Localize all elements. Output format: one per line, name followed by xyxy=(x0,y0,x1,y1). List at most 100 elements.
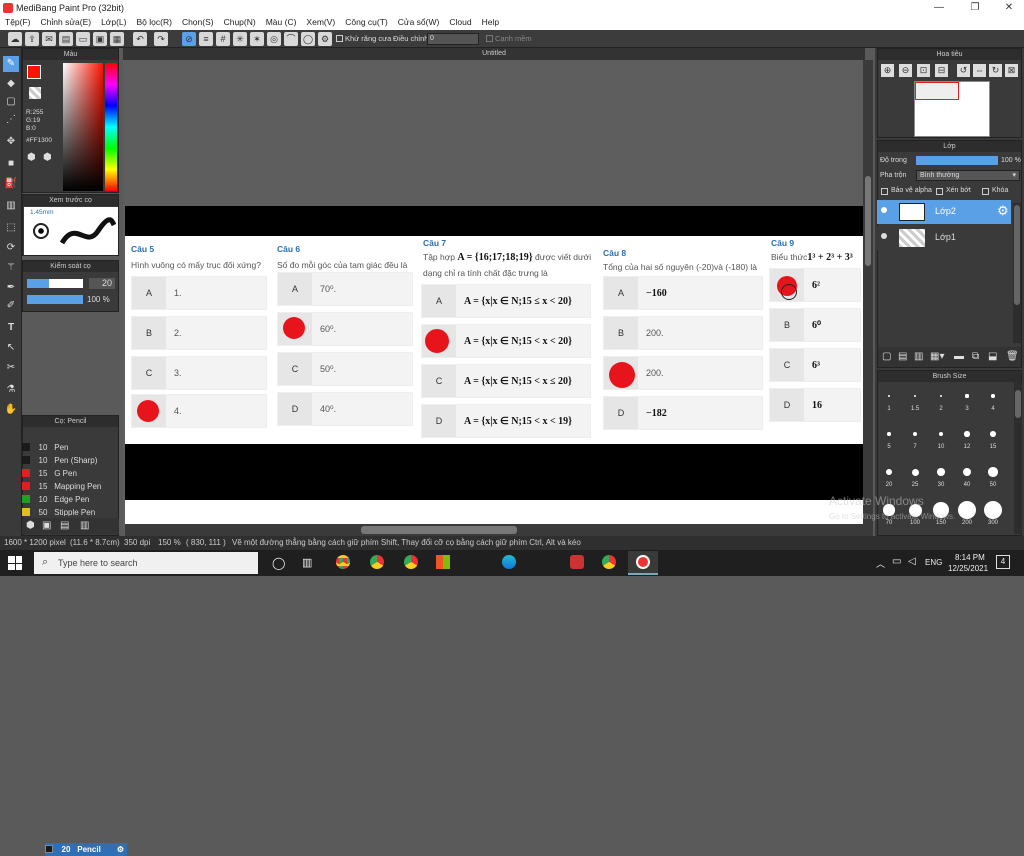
redo-icon[interactable]: ↷ xyxy=(154,32,168,46)
snap-vanish-icon[interactable]: ✳ xyxy=(233,32,247,46)
brush-size-dot[interactable] xyxy=(937,468,945,476)
new-8bit-layer-icon[interactable]: ▥ xyxy=(914,351,923,362)
eraser-tool-icon[interactable]: ◆ xyxy=(3,76,19,92)
store-icon[interactable] xyxy=(436,555,450,569)
open-icon[interactable]: ▭ xyxy=(76,32,90,46)
palette-icon[interactable]: ⬢ xyxy=(27,152,36,163)
menu-edit[interactable]: Chỉnh sửa(E) xyxy=(36,16,97,28)
brush-size-dot[interactable] xyxy=(988,467,998,477)
merge-layer-icon[interactable]: ⬓ xyxy=(988,351,997,362)
lock-checkbox[interactable] xyxy=(982,188,989,195)
menu-tools[interactable]: Công cụ(T) xyxy=(340,16,393,28)
menu-select[interactable]: Chọn(S) xyxy=(177,16,219,28)
comic-icon[interactable]: ▤ xyxy=(59,32,73,46)
brush-folder-icon[interactable]: ▣ xyxy=(42,520,51,531)
taskbar-search[interactable]: ⌕ Type here to search xyxy=(34,552,258,574)
brush-size-dot[interactable] xyxy=(964,431,970,437)
brush-item[interactable]: 10 Pen (Sharp) xyxy=(22,454,104,467)
menu-layer[interactable]: Lớp(L) xyxy=(96,16,131,28)
grid-icon[interactable]: ▦ xyxy=(110,32,124,46)
zoom-in-icon[interactable]: ⊕ xyxy=(881,64,894,77)
chrome-profile-icon[interactable] xyxy=(370,555,384,569)
hand-tool-icon[interactable]: ✋ xyxy=(3,402,19,418)
layer-item-lop2[interactable]: Lớp2 ⚙ xyxy=(877,200,1011,224)
brush-item-pencil[interactable]: 20 Pencil ⚙ xyxy=(45,843,127,856)
chrome-alt-icon[interactable] xyxy=(404,555,418,569)
vertical-scrollbar[interactable] xyxy=(863,60,873,536)
reset-icon[interactable]: ⊠ xyxy=(1005,64,1018,77)
blend-select[interactable]: Bình thường ▾ xyxy=(916,170,1020,181)
windows-start-icon[interactable] xyxy=(8,556,22,570)
brush-tool-icon[interactable]: ✎ xyxy=(3,56,19,72)
opacity-slider[interactable] xyxy=(27,295,83,304)
primary-color-swatch[interactable] xyxy=(27,65,41,79)
lasso-tool-icon[interactable]: ⟳ xyxy=(3,240,19,256)
rect-tool-icon[interactable]: ▢ xyxy=(3,94,19,110)
fit-icon[interactable]: ⊡ xyxy=(917,64,930,77)
network-icon[interactable]: ▭ xyxy=(892,556,901,567)
duplicate-layer-icon[interactable]: ⧉ xyxy=(972,351,979,362)
layer-settings-icon[interactable]: ⚙ xyxy=(997,203,1009,219)
brush-size-dot[interactable] xyxy=(911,468,919,476)
horizontal-scrollbar[interactable] xyxy=(125,524,863,536)
brush-item[interactable]: 50 Stipple Pen xyxy=(22,506,104,516)
new-halftone-layer-icon[interactable]: ▤ xyxy=(898,351,907,362)
new-layer-icon[interactable]: ▢ xyxy=(882,351,891,362)
brush-size-dot[interactable] xyxy=(991,394,995,398)
layer-item-lop1[interactable]: Lớp1 xyxy=(877,226,1011,250)
move-tool-icon[interactable]: ✥ xyxy=(3,134,19,150)
flip-icon[interactable]: ⇔ xyxy=(973,64,986,77)
visibility-icon[interactable] xyxy=(881,207,887,213)
add-brush-icon[interactable]: ⬢ xyxy=(26,520,35,531)
language-indicator[interactable]: ENG xyxy=(925,558,942,567)
brush-item[interactable]: 10 Edge Pen xyxy=(22,493,104,506)
settings-icon[interactable]: ⚙ xyxy=(318,32,332,46)
bucket-tool-icon[interactable]: ⛽ xyxy=(3,176,19,192)
snap-curve-icon[interactable]: ⌒ xyxy=(284,32,298,46)
menu-capture[interactable]: Chụp(N) xyxy=(219,16,261,28)
text-tool-icon[interactable]: T xyxy=(3,320,19,336)
menu-file[interactable]: Tệp(F) xyxy=(0,16,36,28)
snap-parallel-icon[interactable]: ≡ xyxy=(199,32,213,46)
chrome-icon[interactable] xyxy=(336,555,350,569)
protect-alpha-checkbox[interactable] xyxy=(881,188,888,195)
clock-date[interactable]: 12/25/2021 xyxy=(948,564,988,573)
menu-filter[interactable]: Bộ lọc(R) xyxy=(132,16,177,28)
brush-settings-icon[interactable]: ⚙ xyxy=(117,843,124,856)
antialias-checkbox[interactable] xyxy=(336,35,343,42)
maximize-button[interactable]: ❐ xyxy=(960,0,990,16)
saturation-value-picker[interactable] xyxy=(63,63,103,191)
snap-radial-icon[interactable]: ✶ xyxy=(250,32,264,46)
soft-edge-checkbox[interactable] xyxy=(486,35,493,42)
widgets-icon[interactable]: ▥ xyxy=(302,556,312,569)
select-pen-icon[interactable]: ✒ xyxy=(3,280,19,296)
brush-size-dot[interactable] xyxy=(962,467,972,477)
brush-item[interactable]: 15 G Pen xyxy=(22,467,104,480)
navigator-preview[interactable] xyxy=(914,81,990,137)
chevron-up-icon[interactable]: ︿ xyxy=(876,557,885,570)
brush-item[interactable]: 10 Pen xyxy=(22,441,104,454)
actual-size-icon[interactable]: ⊟ xyxy=(935,64,948,77)
hue-slider[interactable] xyxy=(105,63,117,191)
menu-cloud[interactable]: Cloud xyxy=(444,16,476,28)
brush-more-icon[interactable]: ▤ xyxy=(60,520,69,531)
minimize-button[interactable]: — xyxy=(924,0,954,16)
canvas-tab[interactable]: Untitled xyxy=(123,48,865,60)
dot-tool-icon[interactable]: ⋰ xyxy=(3,112,19,128)
brush-size-dot[interactable] xyxy=(965,394,969,398)
brush-size-scrollbar[interactable] xyxy=(1014,382,1022,534)
brush-size-dot[interactable] xyxy=(939,394,943,398)
cloud-icon[interactable]: ☁ xyxy=(8,32,22,46)
brush-size-dot[interactable] xyxy=(984,501,1002,519)
magic-wand-icon[interactable]: ⚚ xyxy=(3,260,19,276)
brush-size-dot[interactable] xyxy=(887,394,891,398)
select-tool-icon[interactable]: ⬚ xyxy=(3,220,19,236)
close-button[interactable]: ✕ xyxy=(994,0,1024,16)
menu-help[interactable]: Help xyxy=(477,16,504,28)
layer-opacity-slider[interactable] xyxy=(916,156,998,165)
eyedropper-icon[interactable]: ⚗ xyxy=(3,382,19,398)
snap-cross-icon[interactable]: # xyxy=(216,32,230,46)
snap-ellipse-icon[interactable]: ◯ xyxy=(301,32,315,46)
menu-color[interactable]: Màu (C) xyxy=(261,16,302,28)
comment-icon[interactable]: ✉ xyxy=(42,32,56,46)
